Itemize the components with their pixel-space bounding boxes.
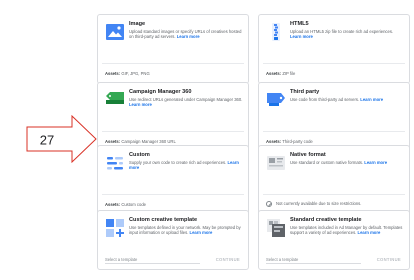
unavailable-note: Not currently available due to size rest… — [276, 201, 362, 206]
card-title: Third party — [290, 89, 320, 95]
campaign-tag-icon — [106, 92, 124, 104]
card-title: Custom creative template — [129, 217, 198, 223]
card-description: Use templates defined in your network. M… — [129, 225, 241, 235]
custom-template-card[interactable]: Custom creative template Use templates d… — [97, 210, 249, 270]
third-party-tag-icon — [267, 93, 285, 106]
zip-file-icon — [272, 23, 280, 41]
template-select[interactable]: Select a template — [266, 257, 298, 262]
card-description: Use redirect URLs generated under Campai… — [129, 97, 243, 107]
native-format-card: Native format Use standard or custom nat… — [258, 145, 410, 215]
custom-code-icon — [107, 157, 123, 170]
card-title: HTML5 — [290, 21, 309, 27]
select-underline — [105, 263, 200, 264]
learn-more-link[interactable]: Learn more — [190, 230, 213, 235]
standard-template-card[interactable]: Standard creative template Use templates… — [258, 210, 410, 270]
card-description: Supply your own code to create rich ad e… — [129, 160, 239, 170]
assets-info: Assets: ZIP file — [266, 71, 296, 76]
card-title: Native format — [290, 152, 326, 158]
card-description: Use standard or custom native formats. L… — [290, 160, 388, 165]
image-creative-card[interactable]: Image Upload standard images or specify … — [97, 14, 249, 84]
continue-button[interactable]: CONTINUE — [216, 257, 240, 262]
assets-info: Assets: Third-party code — [266, 139, 313, 144]
assets-info: Assets: Campaign Manager 360 URL — [105, 139, 176, 144]
card-description: Upload an HTML5 zip file to create rich … — [290, 29, 394, 39]
card-description: Use code from third-party ad servers. Le… — [290, 97, 384, 102]
card-title: Image — [129, 21, 146, 27]
learn-more-link[interactable]: Learn more — [290, 34, 313, 39]
unavailable-icon — [266, 201, 272, 207]
image-icon — [106, 24, 124, 40]
custom-creative-card[interactable]: Custom Supply your own code to create ri… — [97, 145, 249, 215]
campaign-manager-card[interactable]: Campaign Manager 360 Use redirect URLs g… — [97, 82, 249, 152]
learn-more-link[interactable]: Learn more — [364, 160, 387, 165]
learn-more-link[interactable]: Learn more — [360, 97, 383, 102]
card-title: Campaign Manager 360 — [129, 89, 192, 95]
template-select[interactable]: Select a template — [105, 257, 137, 262]
card-title: Standard creative template — [290, 217, 362, 223]
html5-creative-card[interactable]: HTML5 Upload an HTML5 zip file to create… — [258, 14, 410, 84]
card-title: Custom — [129, 152, 150, 158]
template-plus-icon — [106, 219, 124, 237]
continue-button[interactable]: CONTINUE — [377, 257, 401, 262]
learn-more-link[interactable]: Learn more — [358, 230, 381, 235]
learn-more-link[interactable]: Learn more — [129, 102, 152, 107]
assets-info: Assets: GIF, JPG, PNG — [105, 71, 150, 76]
standard-template-icon — [267, 219, 285, 237]
callout-number: 27 — [40, 133, 54, 148]
card-description: Upload standard images or specify URLs o… — [129, 29, 242, 39]
third-party-card[interactable]: Third party Use code from third-party ad… — [258, 82, 410, 152]
card-description: Use templates included in Ad Manager by … — [290, 225, 403, 235]
learn-more-link[interactable]: Learn more — [177, 34, 200, 39]
native-format-icon — [267, 156, 285, 170]
callout-arrow: 27 — [26, 115, 97, 163]
select-underline — [266, 263, 361, 264]
assets-info: Assets: Custom code — [105, 202, 146, 207]
